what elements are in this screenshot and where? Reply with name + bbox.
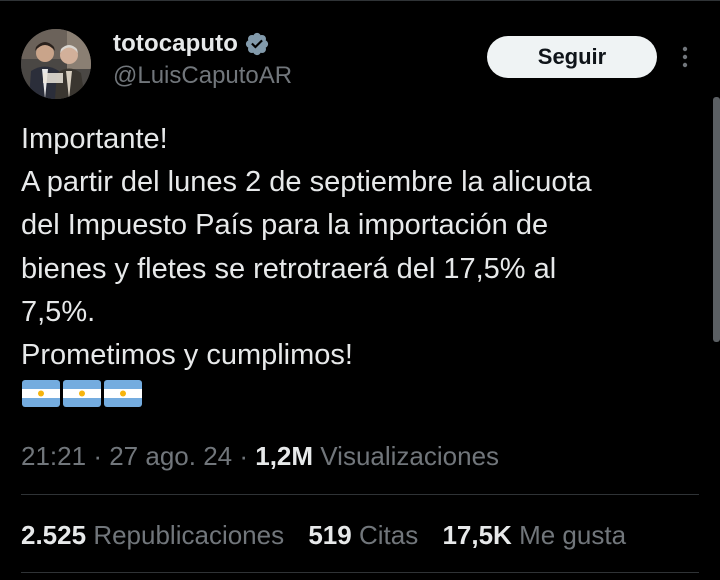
reposts-count: 2.525 — [21, 520, 87, 550]
tweet-date[interactable]: 27 ago. 24 — [109, 441, 232, 471]
reposts-label: Republicaciones — [93, 520, 285, 550]
argentina-flag-icon — [63, 380, 101, 407]
meta-separator: · — [239, 441, 249, 471]
tweet-text-line: del Impuesto País para la importación de — [21, 209, 549, 242]
more-options-icon[interactable] — [672, 44, 698, 70]
likes-stat[interactable]: 17,5K Me gusta — [442, 520, 626, 550]
author-handle[interactable]: @LuisCaputoAR — [113, 62, 292, 90]
reposts-stat[interactable]: 2.525 Republicaciones — [21, 520, 291, 550]
top-divider — [0, 0, 720, 1]
verified-badge-icon — [244, 31, 270, 57]
quotes-label: Citas — [358, 520, 419, 550]
meta-separator: · — [93, 441, 102, 471]
argentina-flag-icon — [22, 380, 60, 407]
author-display-name[interactable]: totocaputo — [113, 30, 238, 58]
views-count: 1,2M — [255, 441, 314, 471]
flag-emojis — [22, 380, 142, 407]
engagement-stats: 2.525 Republicaciones 519 Citas 17,5K Me… — [21, 520, 643, 551]
follow-button[interactable]: Seguir — [487, 36, 657, 78]
tweet-time[interactable]: 21:21 — [21, 441, 86, 471]
divider — [21, 494, 699, 495]
tweet-text-line: bienes y fletes se retrotraerá del 17,5%… — [21, 252, 557, 285]
tweet-text: Importante! A partir del lunes 2 de sept… — [21, 118, 711, 377]
author-block: totocaputo @LuisCaputoAR — [113, 28, 292, 90]
argentina-flag-icon — [104, 380, 142, 407]
likes-count: 17,5K — [442, 520, 512, 550]
author-name-row: totocaputo — [113, 28, 292, 60]
tweet-meta: 21:21 · 27 ago. 24 · 1,2M Visualizacione… — [21, 441, 499, 472]
tweet-text-line: 7,5%. — [21, 295, 96, 328]
avatar-photo — [21, 29, 91, 99]
views-label: Visualizaciones — [320, 441, 500, 471]
avatar[interactable] — [21, 29, 91, 99]
quotes-count: 519 — [308, 520, 352, 550]
divider — [21, 572, 699, 573]
scrollbar-thumb[interactable] — [713, 97, 720, 342]
quotes-stat[interactable]: 519 Citas — [308, 520, 425, 550]
tweet-text-line: Prometimos y cumplimos! — [21, 339, 353, 372]
tweet-text-line: A partir del lunes 2 de septiembre la al… — [21, 166, 592, 199]
tweet-text-line: Importante! — [21, 123, 168, 155]
likes-label: Me gusta — [519, 520, 627, 550]
